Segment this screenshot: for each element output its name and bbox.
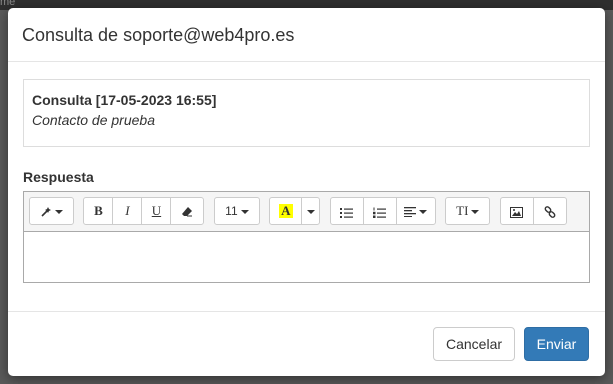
eraser-icon (182, 207, 193, 217)
magic-wand-icon (41, 207, 51, 217)
color-group: A (269, 197, 321, 225)
highlight-letter: A (279, 203, 293, 218)
ordered-list-icon (373, 207, 387, 218)
ordered-list-button[interactable] (362, 197, 397, 225)
respuesta-editor-area[interactable] (24, 232, 589, 282)
chevron-down-icon (419, 210, 428, 215)
chevron-down-icon (240, 209, 249, 214)
image-icon (510, 206, 524, 218)
style-button[interactable] (29, 197, 74, 225)
font-size-value: 11 (225, 204, 238, 218)
rich-text-editor: BIU 11 A TI (23, 191, 590, 283)
clear-format-button[interactable] (170, 197, 205, 225)
line-height-label: TI (456, 203, 469, 218)
underline-button[interactable]: U (141, 197, 172, 225)
respuesta-label: Respuesta (23, 169, 94, 185)
font-size-group: 11 (213, 197, 260, 225)
consulta-text: Contacto de prueba (32, 112, 155, 128)
align-left-icon (404, 207, 417, 218)
highlight-color-button[interactable]: A (269, 197, 303, 225)
unordered-list-button[interactable] (329, 197, 364, 225)
chevron-down-icon (306, 210, 315, 215)
chevron-down-icon (471, 210, 480, 215)
insert-group (499, 197, 567, 225)
backdrop-text: me (0, 0, 16, 8)
unordered-list-icon (340, 207, 354, 218)
consulta-title: Consulta [17-05-2023 16:55] (32, 92, 217, 108)
support-modal: Consulta de soporte@web4pro.es Consulta … (8, 8, 605, 376)
font-size-button[interactable]: 11 (213, 197, 260, 225)
modal-header: Consulta de soporte@web4pro.es (8, 8, 605, 62)
italic-button[interactable]: I (112, 197, 143, 225)
bold-button[interactable]: B (83, 197, 114, 225)
insert-link-button[interactable] (532, 197, 567, 225)
paragraph-group (329, 197, 436, 225)
color-dropdown-button[interactable] (301, 197, 321, 225)
modal-title: Consulta de soporte@web4pro.es (22, 25, 295, 45)
height-group: TI (445, 197, 491, 225)
link-icon (544, 206, 556, 218)
send-button[interactable]: Enviar (524, 327, 589, 361)
cancel-button[interactable]: Cancelar (433, 327, 515, 361)
insert-image-button[interactable] (499, 197, 534, 225)
line-height-button[interactable]: TI (445, 197, 491, 225)
modal-footer: Cancelar Enviar (8, 311, 605, 376)
font-style-group: BIU (83, 197, 205, 225)
modal-body: Consulta [17-05-2023 16:55] Contacto de … (8, 62, 605, 283)
style-group (29, 197, 74, 225)
align-button[interactable] (395, 197, 436, 225)
editor-toolbar: BIU 11 A TI (24, 192, 589, 232)
consulta-box: Consulta [17-05-2023 16:55] Contacto de … (23, 79, 590, 147)
chevron-down-icon (55, 210, 63, 215)
